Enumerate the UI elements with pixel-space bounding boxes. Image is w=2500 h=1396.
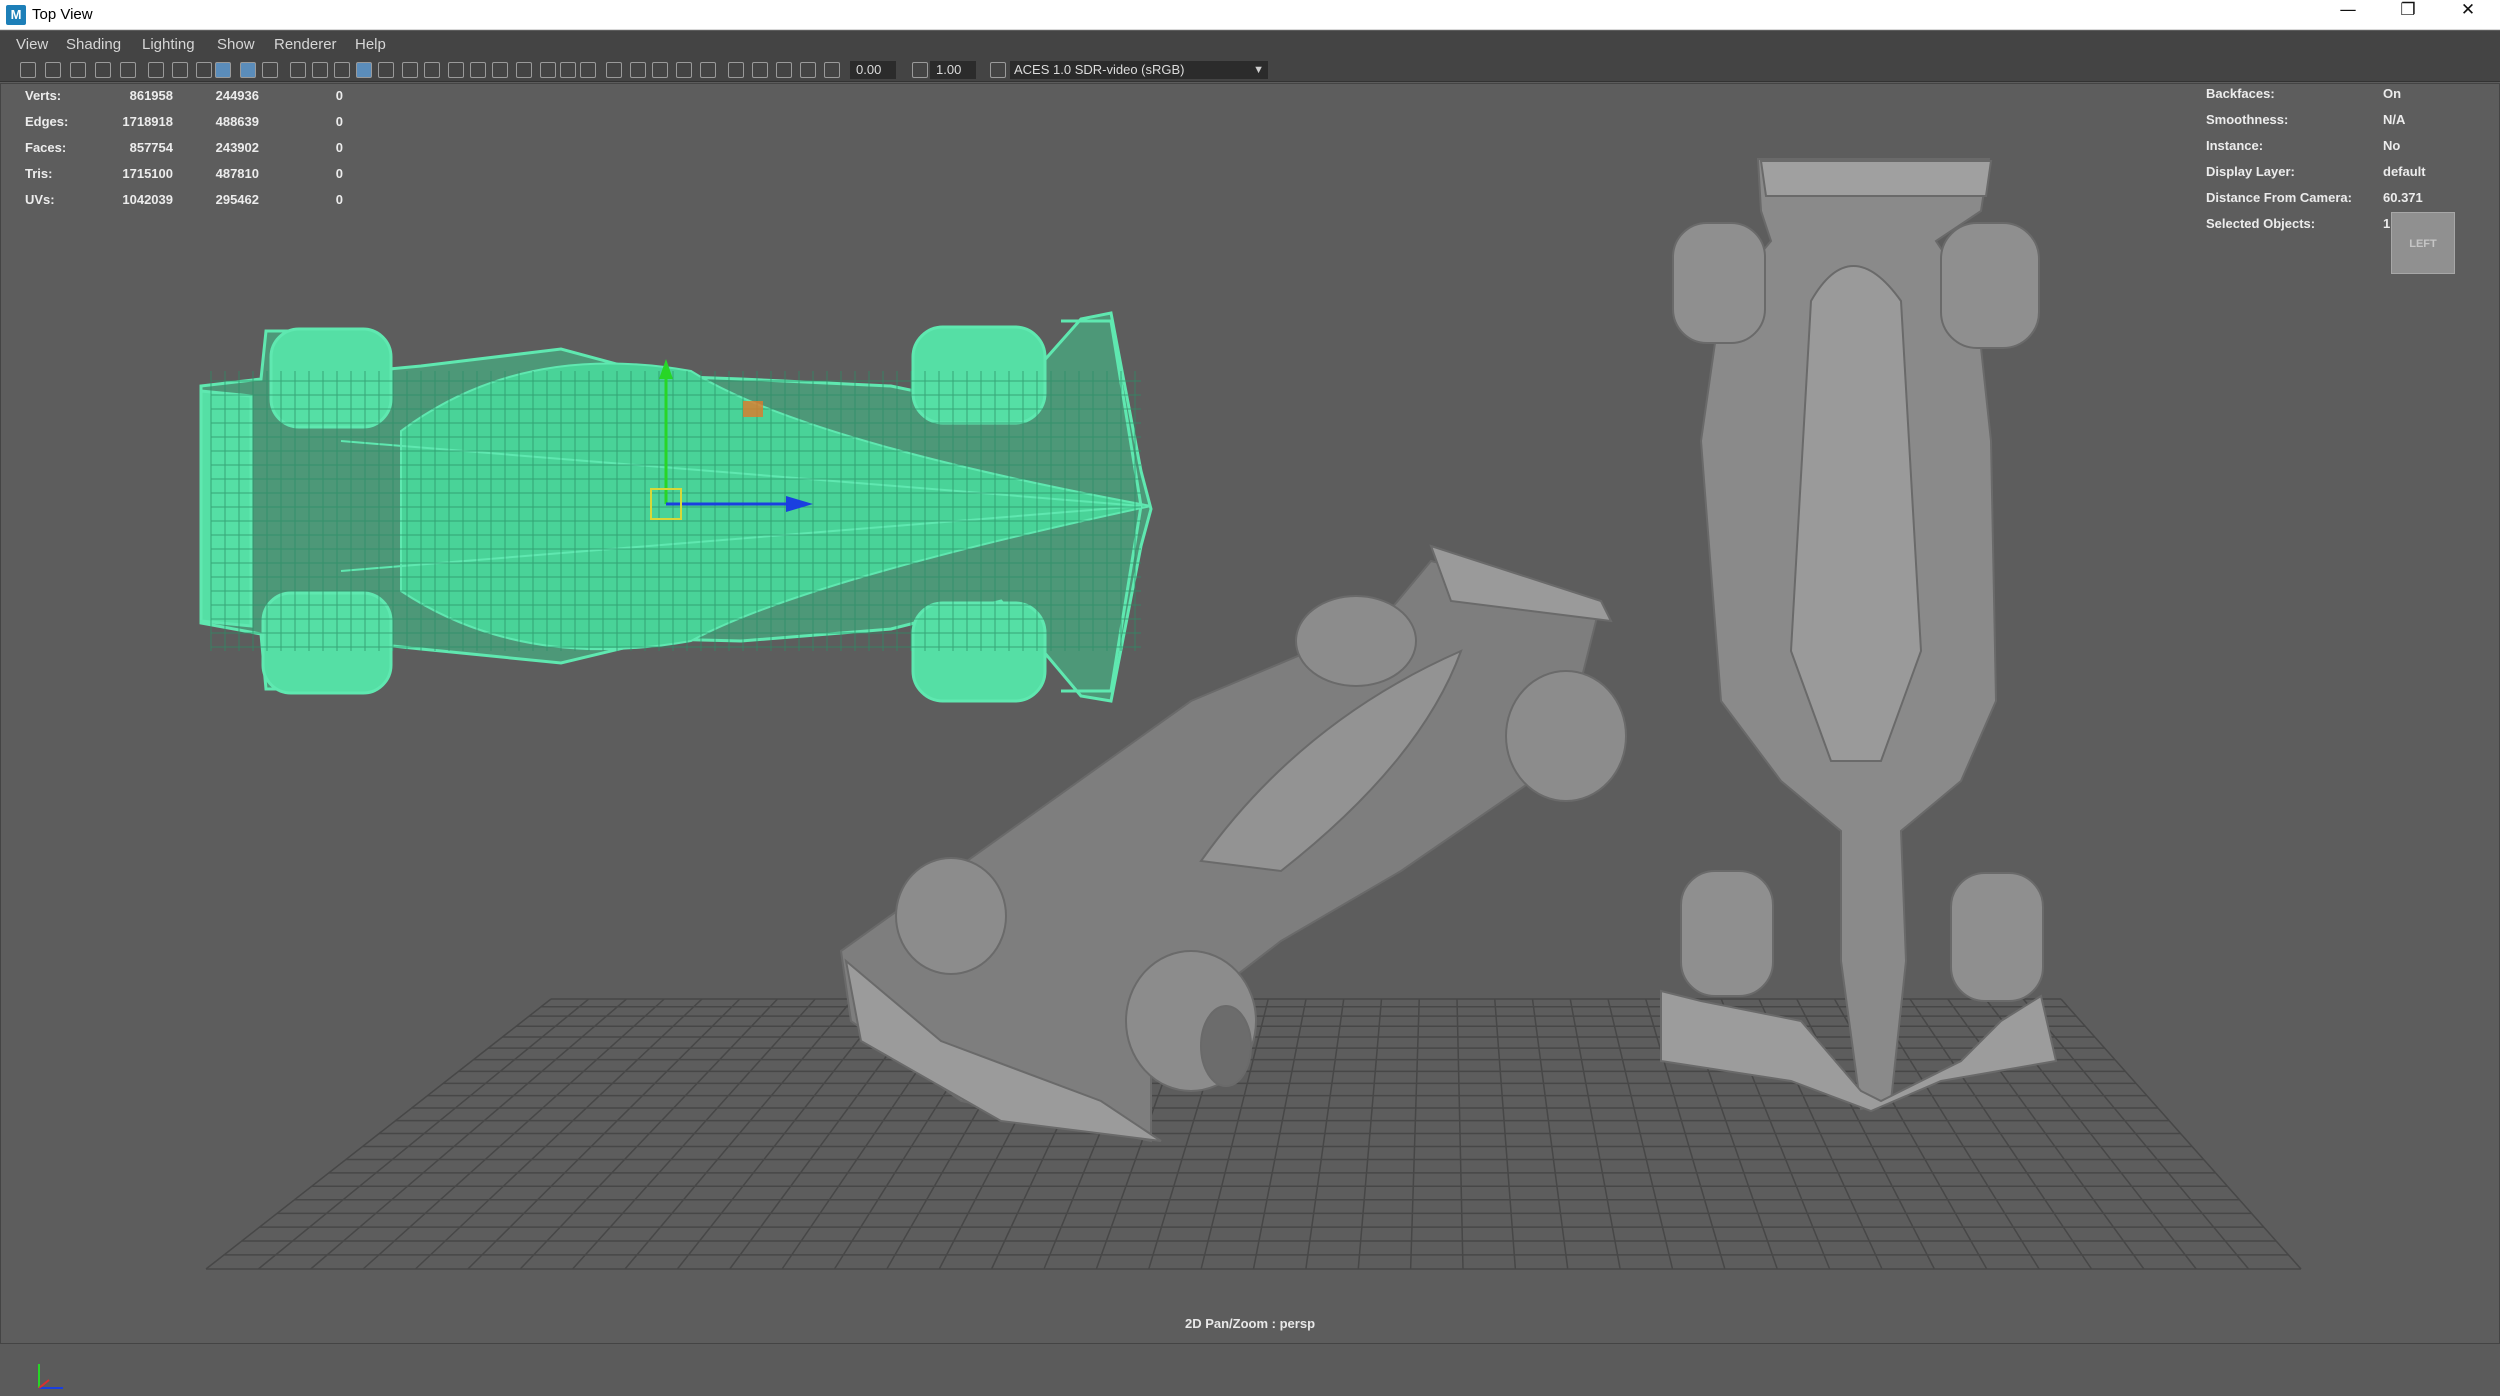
axis-gizmo-icon xyxy=(38,1364,63,1389)
gamma-icon[interactable] xyxy=(606,62,622,78)
3d-viewport[interactable]: Verts: 861958 244936 0 Edges: 1718918 488639 0 F… xyxy=(0,83,2500,1389)
wireframe-icon[interactable] xyxy=(290,62,306,78)
bookmark-icon[interactable] xyxy=(70,62,86,78)
gamma-field[interactable]: 1.00 xyxy=(930,61,976,79)
camera-label: 2D Pan/Zoom : persp xyxy=(1184,1316,1316,1331)
window-title: Top View xyxy=(32,6,93,23)
hud-value: On xyxy=(2383,86,2402,101)
hud-value: 0 xyxy=(335,114,343,129)
top-view-car-model[interactable] xyxy=(1660,158,2058,1113)
chevron-down-icon: ▼ xyxy=(1253,64,1264,76)
hud-value: 295462 xyxy=(215,192,259,207)
ao-icon[interactable] xyxy=(424,62,440,78)
hud-value: N/A xyxy=(2383,112,2406,127)
hud-label-4: UVs: xyxy=(25,192,55,207)
hud-label-1: Edges: xyxy=(25,114,69,129)
camera-attr-icon[interactable] xyxy=(45,62,61,78)
menu-lighting[interactable]: Lighting xyxy=(142,36,195,53)
hud-value: 244936 xyxy=(215,88,259,103)
hud-label: Distance From Camera: xyxy=(2206,190,2352,205)
safe-action-icon[interactable] xyxy=(240,62,256,78)
menu-help[interactable]: Help xyxy=(355,36,386,53)
xray-joints-icon[interactable] xyxy=(540,62,556,78)
film-gate-icon[interactable] xyxy=(776,62,792,78)
field-chart-icon[interactable] xyxy=(912,62,928,78)
hud-value: default xyxy=(2383,164,2426,179)
panel-toolbar: 0.00 1.00 ACES 1.0 SDR-video (sRGB) ▼ xyxy=(0,58,2500,82)
maya-window: M Top View — ❐ ✕ View Shading Lighting S… xyxy=(0,0,2500,1389)
restore-button[interactable]: ❐ xyxy=(2380,0,2436,30)
image-plane-icon[interactable] xyxy=(95,62,111,78)
hud-value: 243902 xyxy=(215,140,259,155)
colorspace-value: ACES 1.0 SDR-video (sRGB) xyxy=(1014,62,1185,77)
maya-app-icon: M xyxy=(6,5,26,25)
exposure-icon[interactable] xyxy=(580,62,596,78)
hud-value: 1715100 xyxy=(122,166,173,181)
lights-icon[interactable] xyxy=(378,62,394,78)
wireframe-car-model[interactable] xyxy=(199,311,1153,703)
hud-value: 1042039 xyxy=(122,192,173,207)
hud-label: Display Layer: xyxy=(2206,164,2295,179)
smooth-shade-icon[interactable] xyxy=(312,62,328,78)
xray-components-icon[interactable] xyxy=(560,62,576,78)
hud-label: Instance: xyxy=(2206,138,2264,153)
hud-label-2: Faces: xyxy=(25,140,67,155)
image-plane-icon[interactable] xyxy=(728,62,744,78)
gate-mask-icon[interactable] xyxy=(196,62,212,78)
scene-canvas[interactable] xyxy=(1,84,2499,1343)
menu-shading[interactable]: Shading xyxy=(66,36,121,53)
minimize-button[interactable]: — xyxy=(2320,0,2376,30)
hud-value: 861958 xyxy=(129,88,173,103)
hud-value: 1 xyxy=(2383,216,2391,231)
camera-attr-icon[interactable] xyxy=(676,62,692,78)
hud-value: 0 xyxy=(335,192,343,207)
menu-view[interactable]: View xyxy=(16,36,48,53)
grid-icon[interactable] xyxy=(120,62,136,78)
hud-label: Selected Objects: xyxy=(2206,216,2316,231)
aa-icon[interactable] xyxy=(470,62,486,78)
film-gate-icon[interactable] xyxy=(148,62,164,78)
close-button[interactable]: ✕ xyxy=(2440,0,2496,30)
panel-menu-bar: View Shading Lighting Show Renderer Help xyxy=(0,31,2500,58)
hud-value: 1718918 xyxy=(122,114,173,129)
shadows-icon[interactable] xyxy=(402,62,418,78)
gate-mask-icon[interactable] xyxy=(824,62,840,78)
textured-icon[interactable] xyxy=(356,62,372,78)
view-cube[interactable]: LEFT xyxy=(2391,212,2455,274)
isolate-icon[interactable] xyxy=(492,62,508,78)
hud-label-3: Tris: xyxy=(25,166,53,181)
colorspace-icon[interactable] xyxy=(630,62,646,78)
hud-label: Smoothness: xyxy=(2206,112,2289,127)
motion-blur-icon[interactable] xyxy=(448,62,464,78)
grid-icon[interactable] xyxy=(752,62,768,78)
camera-icon[interactable] xyxy=(652,62,668,78)
hud-value: 488639 xyxy=(215,114,259,129)
title-bar: M Top View — ❐ ✕ xyxy=(0,0,2500,30)
hud-value: 60.371 xyxy=(2383,190,2423,205)
hud-value: 487810 xyxy=(215,166,259,181)
hud-value: 0 xyxy=(335,166,343,181)
field-chart-icon[interactable] xyxy=(215,62,231,78)
hud-value: 0 xyxy=(335,88,343,103)
menu-show[interactable]: Show xyxy=(217,36,255,53)
resolution-gate-icon[interactable] xyxy=(800,62,816,78)
hud-value: 0 xyxy=(335,140,343,155)
safe-action-icon[interactable] xyxy=(990,62,1006,78)
exposure-field[interactable]: 0.00 xyxy=(850,61,896,79)
hud-value: 857754 xyxy=(129,140,173,155)
menu-renderer[interactable]: Renderer xyxy=(274,36,337,53)
xray-icon[interactable] xyxy=(516,62,532,78)
hud-label: Backfaces: xyxy=(2206,86,2275,101)
colorspace-dropdown[interactable]: ACES 1.0 SDR-video (sRGB) ▼ xyxy=(1010,61,1268,79)
hud-value: No xyxy=(2383,138,2401,153)
safe-title-icon[interactable] xyxy=(262,62,278,78)
bookmark-icon[interactable] xyxy=(700,62,716,78)
default-material-icon[interactable] xyxy=(334,62,350,78)
camera-icon[interactable] xyxy=(20,62,36,78)
hud-label-0: Verts: xyxy=(25,88,62,103)
resolution-gate-icon[interactable] xyxy=(172,62,188,78)
